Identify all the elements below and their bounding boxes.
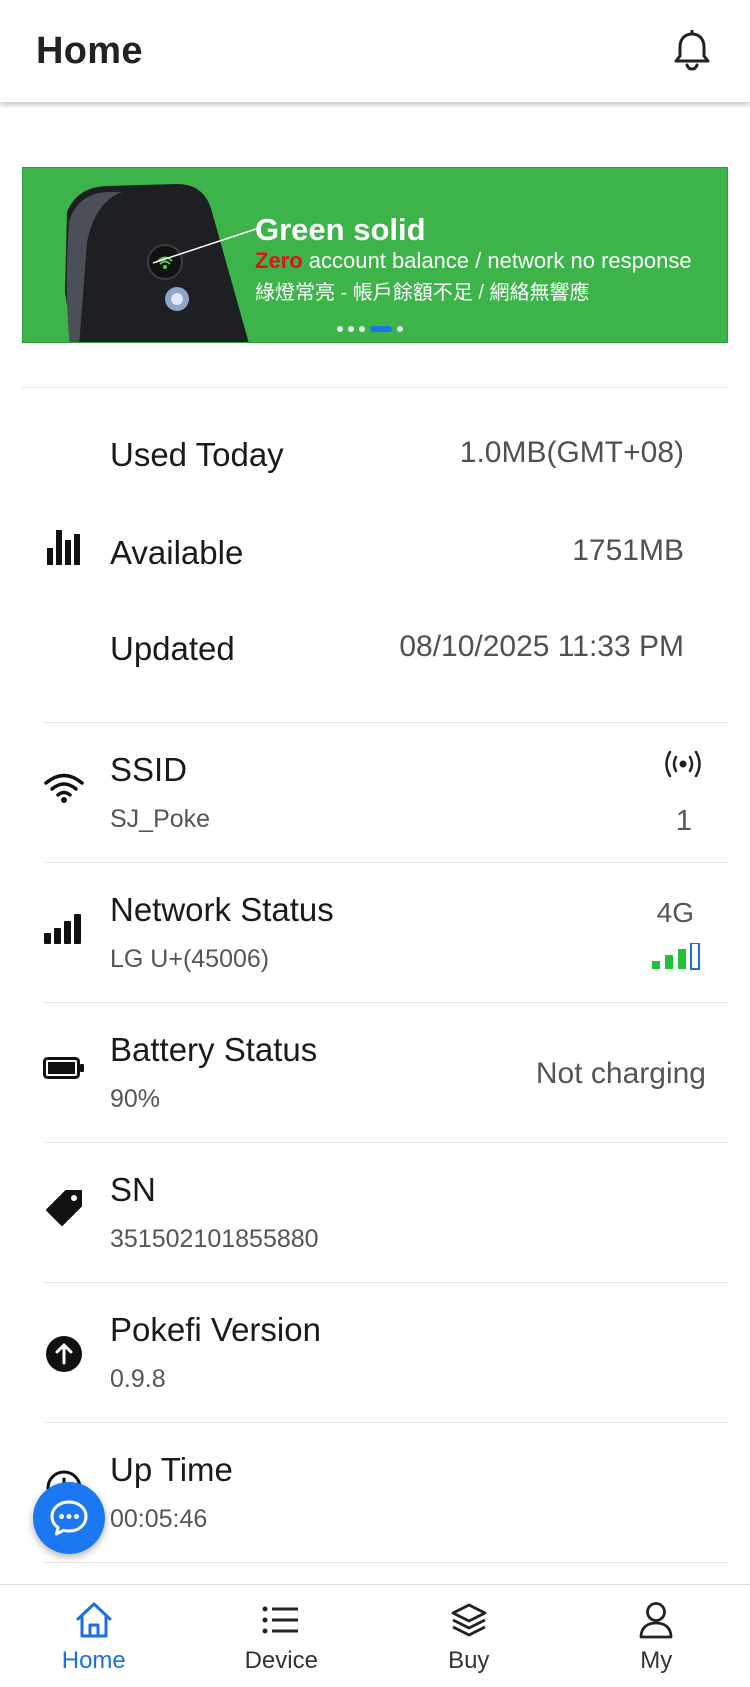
battery-icon: [43, 1047, 85, 1089]
page-title: Home: [36, 29, 143, 72]
signal-bar-filled: [678, 949, 686, 969]
broadcast-icon: [660, 749, 706, 784]
battery-level: 90%: [110, 1085, 161, 1113]
banner-title: Green solid: [255, 212, 426, 247]
nav-my-label: My: [640, 1647, 673, 1674]
sn-value: 351502101855880: [110, 1225, 319, 1253]
nav-device-label: Device: [244, 1647, 318, 1674]
promo-banner[interactable]: Green solid Zero account balance / netwo…: [22, 167, 728, 343]
used-today-row: Used Today 1.0MB(GMT+08): [0, 436, 750, 486]
used-today-label: Used Today: [110, 436, 284, 473]
used-today-value: 1.0MB(GMT+08): [459, 436, 684, 469]
uptime-value: 00:05:46: [110, 1505, 208, 1533]
network-status-title: Network Status: [110, 891, 334, 928]
nav-device[interactable]: Device: [188, 1585, 376, 1687]
network-tech: 4G: [656, 897, 694, 928]
banner-subtitle: Zero account balance / network no respon…: [255, 248, 692, 274]
home-icon: [73, 1599, 115, 1641]
banner-zero-word: Zero: [255, 248, 303, 273]
upgrade-icon: [43, 1333, 85, 1375]
user-icon: [635, 1599, 677, 1641]
nav-home[interactable]: Home: [0, 1585, 188, 1687]
banner-subtitle-chinese: 綠燈常亮 - 帳戶餘額不足 / 網絡無響應: [255, 282, 590, 304]
available-label: Available: [110, 534, 244, 571]
bottom-nav: Home Device Buy My: [0, 1584, 750, 1687]
callout-line: [152, 227, 260, 264]
available-value: 1751MB: [572, 534, 684, 567]
network-status-row[interactable]: Network Status LG U+(45006) 4G: [43, 862, 728, 1002]
carousel-dots[interactable]: [337, 326, 403, 332]
bell-icon[interactable]: [670, 29, 714, 73]
divider: [43, 1562, 728, 1563]
banner-subtitle-rest: account balance / network no response: [302, 248, 692, 273]
signal-icon: [43, 907, 85, 949]
updated-value: 08/10/2025 11:33 PM: [399, 630, 684, 663]
version-row[interactable]: Pokefi Version 0.9.8: [43, 1282, 728, 1422]
ssid-title: SSID: [110, 751, 188, 788]
signal-strength-indicator: [650, 942, 706, 976]
available-row: Available 1751MB: [0, 534, 750, 584]
connected-devices-count: 1: [675, 805, 692, 837]
updated-label: Updated: [110, 630, 235, 667]
carousel-dot[interactable]: [348, 326, 354, 332]
sn-row[interactable]: SN 351502101855880: [43, 1142, 728, 1282]
list-icon: [260, 1599, 302, 1641]
nav-my[interactable]: My: [563, 1585, 750, 1687]
carousel-dot[interactable]: [337, 326, 343, 332]
signal-bar-filled: [665, 955, 673, 969]
nav-home-label: Home: [61, 1647, 126, 1674]
updated-row: Updated 08/10/2025 11:33 PM: [0, 630, 750, 680]
battery-status-title: Battery Status: [110, 1031, 318, 1068]
nav-buy[interactable]: Buy: [375, 1585, 563, 1687]
ssid-row[interactable]: SSID SJ_Poke 1: [43, 722, 728, 862]
signal-bar-filled: [652, 961, 660, 969]
charging-status: Not charging: [535, 1057, 706, 1090]
signal-bar-empty: [690, 942, 700, 970]
chat-bubble-icon: [50, 1500, 88, 1536]
carousel-dot[interactable]: [359, 326, 365, 332]
carrier-value: LG U+(45006): [110, 945, 270, 973]
chat-button[interactable]: [33, 1482, 105, 1554]
uptime-title: Up Time: [110, 1451, 233, 1488]
layers-icon: [448, 1599, 490, 1641]
wifi-icon: [43, 767, 85, 809]
sn-title: SN: [110, 1171, 156, 1208]
nav-buy-label: Buy: [448, 1647, 490, 1674]
divider: [22, 387, 728, 388]
app-header: Home: [0, 0, 750, 102]
tag-icon: [43, 1187, 85, 1229]
version-title: Pokefi Version: [110, 1311, 321, 1348]
carousel-dot-active[interactable]: [370, 326, 392, 332]
ssid-value: SJ_Poke: [110, 805, 211, 833]
uptime-row[interactable]: Up Time 00:05:46: [43, 1422, 728, 1562]
battery-status-row[interactable]: Battery Status 90% Not charging: [43, 1002, 728, 1142]
version-value: 0.9.8: [110, 1365, 166, 1393]
carousel-dot[interactable]: [397, 326, 403, 332]
